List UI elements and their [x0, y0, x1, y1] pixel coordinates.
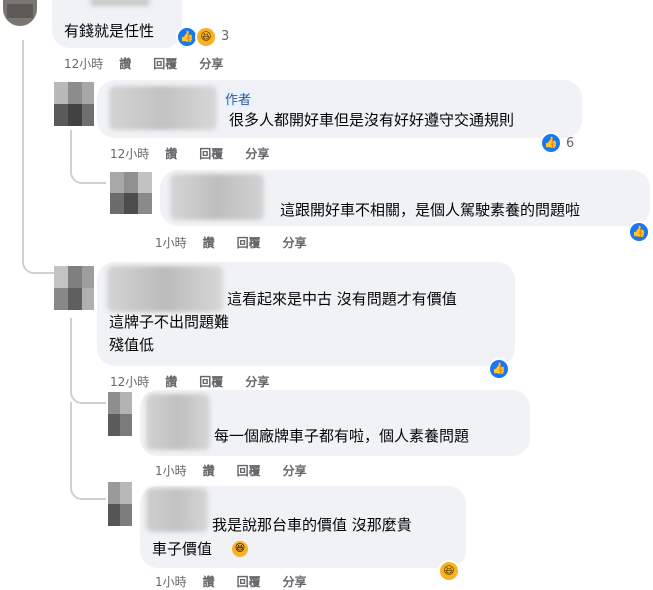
reaction-count[interactable]: 3 [221, 29, 229, 44]
avatar[interactable] [108, 482, 132, 526]
comment-bubble: 每一個廠牌車子都有啦，個人素養問題 [140, 390, 530, 456]
avatar[interactable] [110, 172, 152, 214]
share-button[interactable]: 分享 [283, 575, 307, 589]
comment-text: 很多人都開好車但是沒有好好遵守交通規則 [229, 111, 515, 129]
author-name-redacted [90, 0, 150, 6]
avatar[interactable] [54, 266, 94, 310]
comment-text-line: 這看起來是中古 沒有問題才有價值 [227, 290, 457, 308]
comment-actions: 12小時 讚 回覆 分享 [110, 373, 291, 390]
comment-time[interactable]: 12小時 [110, 375, 149, 389]
avatar[interactable] [54, 82, 94, 126]
comment-time[interactable]: 12小時 [64, 57, 103, 71]
author-name-redacted [170, 174, 264, 220]
haha-icon: 😆 [232, 541, 248, 557]
reply-button[interactable]: 回覆 [237, 575, 261, 589]
reaction-count[interactable]: 6 [566, 136, 574, 151]
reply-button[interactable]: 回覆 [237, 236, 261, 250]
comment-text-line: 車子價值 [152, 540, 213, 558]
reply-button[interactable]: 回覆 [199, 147, 223, 161]
like-button[interactable]: 讚 [203, 575, 215, 589]
haha-icon[interactable]: 😆 [195, 26, 217, 48]
comment-text-line: 我是說那台車的價值 沒那麼貴 [212, 516, 412, 534]
comment-bubble: 作者 很多人都開好車但是沒有好好遵守交通規則 [97, 80, 582, 138]
reply-button[interactable]: 回覆 [199, 375, 223, 389]
comment-text: 每一個廠牌車子都有啦，個人素養問題 [214, 427, 470, 445]
comment-actions: 12小時 讚 回覆 分享 [110, 145, 291, 162]
avatar[interactable] [108, 392, 132, 436]
share-button[interactable]: 分享 [245, 147, 269, 161]
comment-text-line: 殘值低 [109, 336, 155, 354]
comment-text-line: 這牌子不出問題難 [109, 313, 230, 331]
comment-bubble: 我是說那台車的價值 沒那麼貴 車子價值 😆 [140, 486, 466, 568]
share-button[interactable]: 分享 [283, 236, 307, 250]
like-button[interactable]: 讚 [203, 464, 215, 478]
comment-text: 這跟開好車不相關，是個人駕駛素養的問題啦 [280, 201, 581, 219]
comment-time[interactable]: 1小時 [155, 464, 187, 478]
author-name-redacted [107, 266, 223, 312]
share-button[interactable]: 分享 [283, 464, 307, 478]
author-name-redacted [146, 394, 210, 450]
comment-time[interactable]: 1小時 [155, 575, 187, 589]
share-button[interactable]: 分享 [199, 57, 223, 71]
comment-bubble: 有錢就是任性 [52, 0, 182, 48]
comment-actions: 12小時 讚 回覆 分享 [64, 55, 245, 72]
reply-button[interactable]: 回覆 [237, 464, 261, 478]
author-name-redacted [109, 86, 217, 130]
comment-actions: 1小時 讚 回覆 分享 [155, 573, 329, 590]
reply-button[interactable]: 回覆 [153, 57, 177, 71]
thread-line-main3 [70, 402, 106, 500]
like-button[interactable]: 讚 [119, 57, 131, 71]
author-name-redacted [146, 488, 208, 532]
haha-icon[interactable]: 😆 [438, 560, 460, 582]
comment-actions: 1小時 讚 回覆 分享 [155, 234, 329, 251]
like-button[interactable]: 讚 [165, 375, 177, 389]
comment-bubble: 這看起來是中古 沒有問題才有價值 這牌子不出問題難 殘值低 [97, 262, 515, 366]
thread-line-reply1 [70, 130, 106, 184]
author-badge: 作者 [223, 89, 254, 108]
thread-line-main [22, 40, 58, 274]
comment-bubble: 這跟開好車不相關，是個人駕駛素養的問題啦 [160, 170, 650, 226]
like-button[interactable]: 讚 [203, 236, 215, 250]
like-icon[interactable]: 👍 [488, 358, 510, 380]
like-icon[interactable]: 👍 [540, 132, 562, 154]
like-button[interactable]: 讚 [165, 147, 177, 161]
comment-time[interactable]: 1小時 [155, 236, 187, 250]
share-button[interactable]: 分享 [245, 375, 269, 389]
avatar[interactable] [3, 0, 37, 26]
comment-time[interactable]: 12小時 [110, 147, 149, 161]
comment-actions: 1小時 讚 回覆 分享 [155, 462, 329, 479]
like-icon[interactable]: 👍 [628, 221, 650, 243]
comment-text: 有錢就是任性 [64, 22, 155, 40]
